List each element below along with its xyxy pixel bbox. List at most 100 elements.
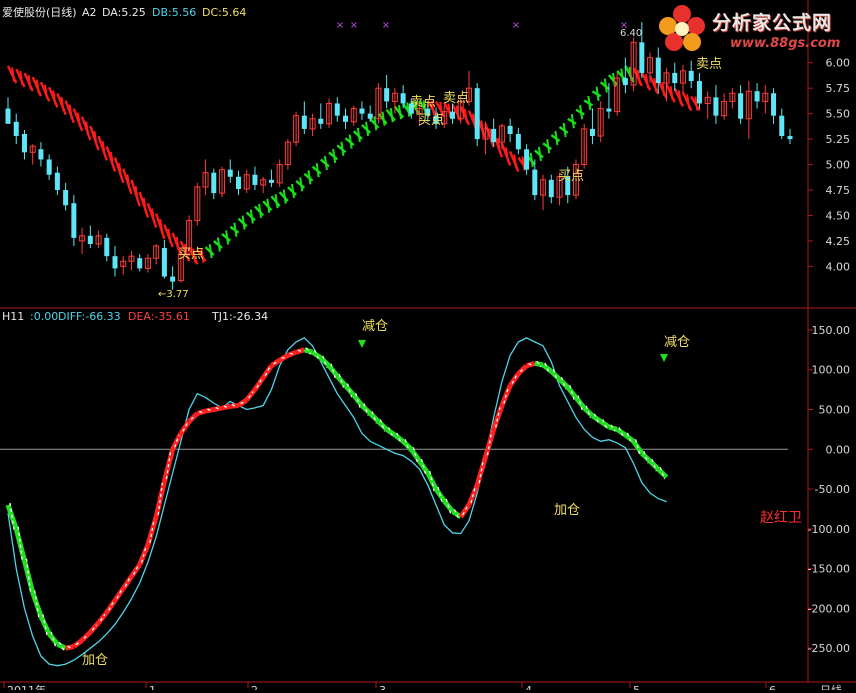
candle-body — [507, 125, 513, 134]
candle-body — [112, 256, 118, 269]
indicator-tick-label: -100.00 — [808, 523, 850, 536]
candle-body — [334, 103, 340, 116]
chart-svg: 4.004.254.504.755.005.255.505.756.00150.… — [0, 0, 856, 693]
candle-body — [301, 115, 307, 129]
candle-body — [211, 172, 217, 194]
candle-body — [87, 235, 93, 244]
author-name-label: 赵红卫 — [760, 510, 802, 526]
chart-stage: 4.00 4.25 4.50 4.75 5.00 5.25 5.50 5.75 6.00 150.… — [0, 0, 856, 693]
candle-body — [639, 42, 645, 73]
candle-body — [474, 88, 480, 140]
price-tick-label: 5.00 — [826, 159, 851, 172]
time-tick-label: 3 — [379, 684, 386, 690]
price-tick-label: 5.50 — [826, 108, 851, 121]
add-position-label: 加仓 — [82, 653, 108, 668]
flower-logo-icon — [659, 5, 705, 51]
candle-body — [268, 179, 274, 183]
signal-marker: × — [512, 20, 520, 31]
candle-body — [227, 169, 233, 177]
candle-body — [491, 128, 497, 143]
candle-body — [515, 134, 521, 150]
candle-body — [104, 237, 110, 257]
candle-body — [688, 70, 694, 82]
candle-body — [21, 134, 27, 153]
candle-body — [359, 108, 365, 114]
candle-body — [54, 172, 60, 190]
candle-body — [137, 258, 143, 269]
candle-body — [63, 190, 69, 206]
indicator-readout: DIFF:-66.33 — [58, 310, 121, 323]
candle-body — [170, 276, 176, 282]
candle-body — [400, 93, 406, 104]
candle-body — [71, 203, 77, 238]
candle-body — [754, 91, 760, 102]
candle-body — [622, 78, 628, 86]
candle-body — [5, 108, 11, 124]
candle-body — [696, 81, 702, 104]
time-tick-label: 4 — [525, 684, 532, 690]
stock-name: 爱使股份(日线) — [2, 5, 77, 19]
buy-signal-label: 买点 — [558, 169, 584, 184]
candle-body — [589, 128, 595, 137]
price-tick-label: 4.75 — [826, 184, 851, 197]
price-tick-label: 5.25 — [826, 133, 851, 146]
price-readout: DA:5.25 — [102, 6, 146, 19]
signal-marker: × — [620, 20, 628, 31]
candle-body — [13, 121, 19, 137]
candle-body — [161, 248, 167, 277]
signal-marker: × — [350, 20, 358, 31]
candle-body — [713, 97, 719, 116]
candle-body — [548, 179, 554, 198]
indicator-tick-label: 150.00 — [812, 324, 851, 337]
site-logo: 分析家公式网 www.88gs.com — [656, 2, 856, 60]
indicator-tick-label: -50.00 — [815, 483, 850, 496]
candle-body — [672, 72, 678, 84]
price-readout: DB:5.56 — [152, 6, 196, 19]
sell-signal-label: 卖点 — [410, 95, 436, 110]
candle-body — [771, 93, 777, 116]
candle-body — [655, 57, 661, 84]
candle-body — [367, 113, 373, 119]
candle-body — [252, 174, 258, 185]
logo-title: 分析家公式网 — [712, 12, 833, 34]
indicator-name: H11 — [2, 310, 24, 323]
candle-body — [38, 149, 44, 160]
low-price-label: ←3.77 — [158, 289, 189, 300]
indicator-tick-label: -150.00 — [808, 563, 850, 576]
candle-body — [46, 159, 52, 175]
reduce-position-label: 减仓 — [664, 335, 690, 350]
price-tick-label: 5.75 — [826, 82, 851, 95]
time-tick-label: 2 — [251, 684, 258, 690]
time-tick-label: 5 — [633, 684, 640, 690]
time-axis-name: 日线 — [820, 683, 842, 690]
indicator-tick-label: 0.00 — [826, 443, 851, 456]
indicator-tick-label: 50.00 — [819, 403, 851, 416]
dea-segment — [534, 360, 544, 368]
candle-body — [779, 115, 785, 137]
time-tick-label: 6 — [769, 684, 776, 690]
signal-marker: × — [382, 20, 390, 31]
candle-body — [450, 111, 456, 119]
candle-body — [738, 93, 744, 119]
indicator-tick-label: 100.00 — [812, 364, 851, 377]
add-position-label: 加仓 — [554, 503, 580, 518]
reduce-position-label: 减仓 — [362, 319, 388, 334]
price-tick-label: 4.00 — [826, 260, 851, 273]
time-tick-label: 1 — [149, 684, 156, 690]
candle-body — [532, 169, 538, 196]
price-tick-label: 4.25 — [826, 235, 851, 248]
logo-url: www.88gs.com — [730, 36, 841, 51]
dea-segment — [608, 424, 618, 432]
price-tick-label: 4.50 — [826, 209, 851, 222]
indicator-readout: TJ1:-26.34 — [211, 310, 268, 323]
indicator-readout: DEA:-35.61 — [128, 310, 190, 323]
candle-body — [524, 149, 530, 170]
candle-body — [235, 176, 241, 189]
price-readout: DC:5.64 — [202, 6, 246, 19]
candle-body — [318, 118, 324, 124]
signal-marker: × — [336, 20, 344, 31]
candle-body — [606, 108, 612, 112]
buy-signal-label: 买点 — [418, 113, 444, 128]
candle-body — [384, 88, 390, 102]
candle-body — [342, 115, 348, 122]
